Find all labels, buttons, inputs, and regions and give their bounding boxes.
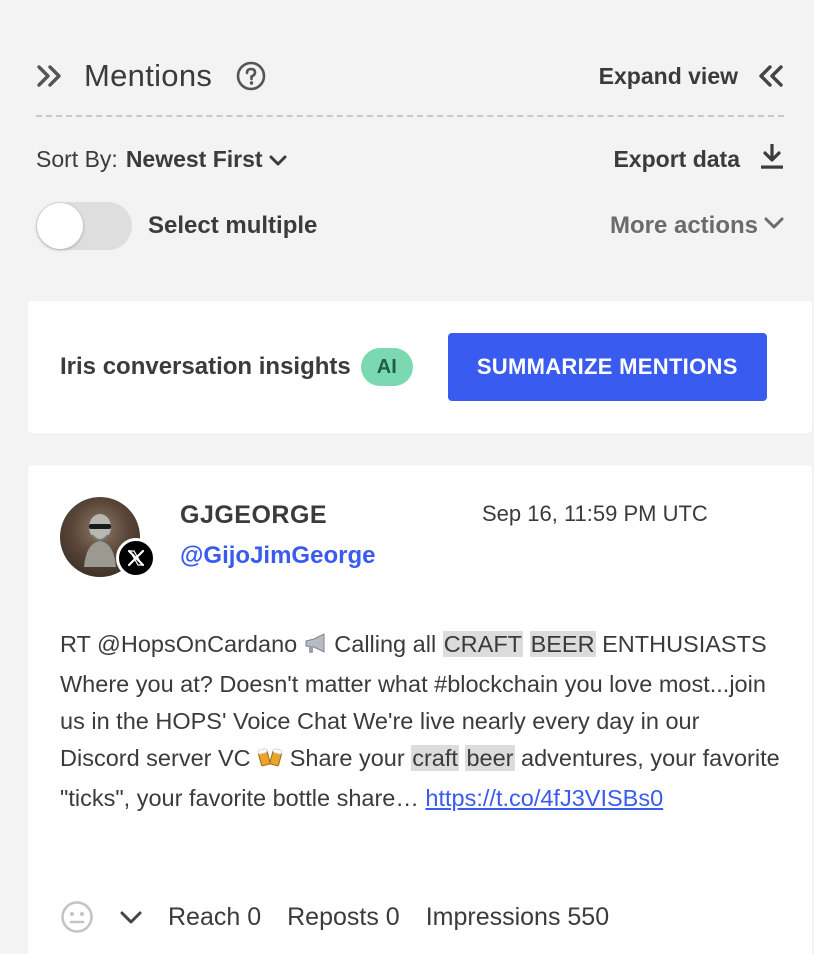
insights-label: Iris conversation insights xyxy=(60,353,351,380)
beer-mugs-icon xyxy=(257,743,283,780)
mention-card: GJGEORGE @GijoJimGeorge Sep 16, 11:59 PM… xyxy=(28,465,812,954)
chevron-down-icon xyxy=(764,217,784,235)
mentions-header: Mentions Expand view xyxy=(36,52,784,100)
insights-card: Iris conversation insights AI SUMMARIZE … xyxy=(28,301,812,433)
megaphone-icon xyxy=(304,629,328,666)
more-actions-label: More actions xyxy=(609,212,758,239)
sort-export-row: Sort By: Newest First Export data xyxy=(36,141,784,177)
help-icon[interactable] xyxy=(236,61,266,91)
ai-badge: AI xyxy=(360,348,413,386)
summarize-mentions-button[interactable]: SUMMARIZE MENTIONS xyxy=(447,333,767,401)
post-text: RT @HopsOnCardano Calling all CRAFT BEER… xyxy=(60,626,785,817)
more-actions-dropdown[interactable]: More actions xyxy=(610,212,784,240)
toggle-knob xyxy=(37,203,83,249)
download-icon xyxy=(760,142,784,175)
header-divider xyxy=(36,115,784,117)
chevron-down-icon[interactable] xyxy=(120,903,142,932)
sort-value: Newest First xyxy=(125,145,263,172)
post-link[interactable]: https://t.co/4fJ3VISBs0 xyxy=(425,785,663,811)
chevron-down-icon xyxy=(269,146,287,173)
select-actions-row: Select multiple More actions xyxy=(36,202,784,250)
export-data-button[interactable]: Export data xyxy=(613,142,784,175)
header-left: Mentions xyxy=(36,58,266,94)
post-text-segment: Calling all xyxy=(327,631,443,657)
mention-timestamp: Sep 16, 11:59 PM UTC xyxy=(482,501,708,526)
neutral-sentiment-icon[interactable] xyxy=(60,900,94,934)
export-data-label: Export data xyxy=(613,145,740,172)
keyword-highlight: craft xyxy=(411,745,459,771)
page-title: Mentions xyxy=(84,58,213,93)
post-text-segment: RT @HopsOnCardano xyxy=(60,631,304,657)
select-multiple-label: Select multiple xyxy=(148,212,318,239)
mention-stats: Reach 0 Reposts 0 Impressions 550 xyxy=(60,897,609,937)
sort-label: Sort By: xyxy=(36,145,118,172)
keyword-highlight: CRAFT xyxy=(442,631,524,657)
select-multiple-toggle[interactable] xyxy=(36,202,132,250)
sort-dropdown[interactable]: Sort By: Newest First xyxy=(36,146,287,173)
avatar-figure-icon xyxy=(84,514,116,567)
post-text-segment: Share your xyxy=(283,745,412,771)
author-handle-link[interactable]: @GijoJimGeorge xyxy=(180,542,375,570)
double-chevron-left-icon xyxy=(756,62,784,90)
expand-view-label: Expand view xyxy=(598,62,738,89)
keyword-highlight: BEER xyxy=(529,631,596,657)
author-name: GJGEORGE xyxy=(180,501,328,529)
collapse-panel-icon[interactable] xyxy=(36,62,64,90)
select-multiple-control: Select multiple xyxy=(36,202,317,250)
reach-stat: Reach 0 xyxy=(168,902,262,931)
impressions-stat: Impressions 550 xyxy=(425,902,610,931)
reposts-stat: Reposts 0 xyxy=(287,902,400,931)
expand-view-button[interactable]: Expand view xyxy=(599,62,784,90)
x-icon xyxy=(116,538,156,578)
keyword-highlight: beer xyxy=(465,745,515,771)
